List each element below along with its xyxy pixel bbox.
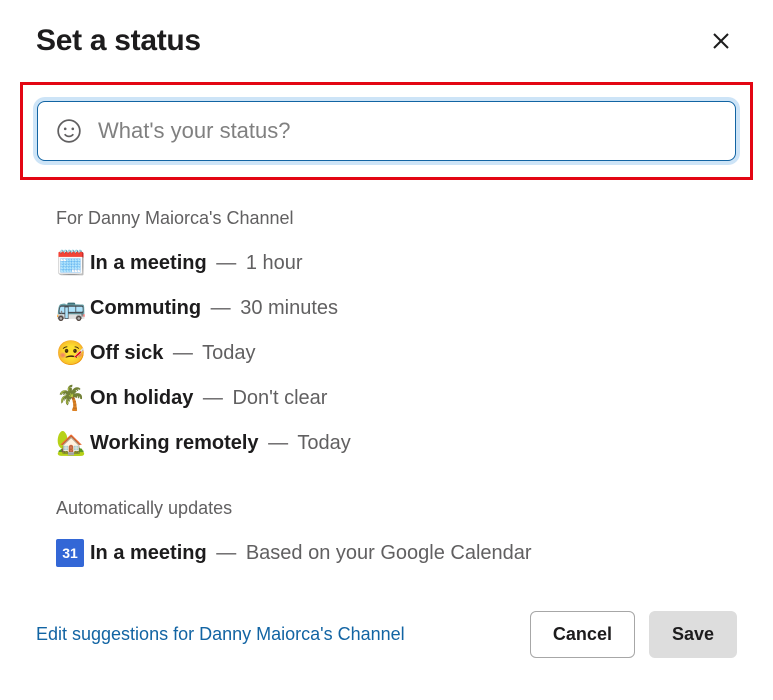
modal-footer: Edit suggestions for Danny Maiorca's Cha… <box>36 611 737 658</box>
calendar-31-badge: 31 <box>56 539 84 567</box>
status-label: In a meeting <box>90 252 207 274</box>
status-input-container[interactable] <box>37 101 736 161</box>
status-input-highlight <box>20 82 753 180</box>
sick-face-icon: 🤒 <box>56 339 90 368</box>
section-label-channel: For Danny Maiorca's Channel <box>56 208 737 229</box>
edit-suggestions-link[interactable]: Edit suggestions for Danny Maiorca's Cha… <box>36 624 405 645</box>
dash: — <box>216 542 236 564</box>
status-item-remote[interactable]: 🏡 Working remotely — Today <box>50 421 737 466</box>
auto-status-list: 31 In a meeting — Based on your Google C… <box>36 531 737 575</box>
status-duration: Don't clear <box>232 387 327 409</box>
dash: — <box>268 432 288 454</box>
calendar-icon: 31 <box>56 539 90 567</box>
bus-icon: 🚌 <box>56 294 90 323</box>
dash: — <box>173 342 193 364</box>
status-text: On holiday — Don't clear <box>90 387 327 410</box>
palm-tree-icon: 🌴 <box>56 384 90 413</box>
status-item-commuting[interactable]: 🚌 Commuting — 30 minutes <box>50 286 737 331</box>
status-item-sick[interactable]: 🤒 Off sick — Today <box>50 331 737 376</box>
dash: — <box>216 252 236 274</box>
status-text: Working remotely — Today <box>90 432 351 455</box>
status-item-holiday[interactable]: 🌴 On holiday — Don't clear <box>50 376 737 421</box>
status-text: Commuting — 30 minutes <box>90 297 338 320</box>
footer-buttons: Cancel Save <box>530 611 737 658</box>
status-duration: Today <box>202 342 255 364</box>
section-label-auto: Automatically updates <box>56 498 737 519</box>
status-item-meeting[interactable]: 🗓️ In a meeting — 1 hour <box>50 241 737 286</box>
status-item-calendar-meeting[interactable]: 31 In a meeting — Based on your Google C… <box>50 531 737 575</box>
status-label: Off sick <box>90 342 163 364</box>
dash: — <box>211 297 231 319</box>
dash: — <box>203 387 223 409</box>
status-duration: 30 minutes <box>240 297 338 319</box>
status-label: Working remotely <box>90 432 259 454</box>
status-duration: 1 hour <box>246 252 303 274</box>
cancel-button[interactable]: Cancel <box>530 611 635 658</box>
status-label: In a meeting <box>90 542 207 564</box>
status-preset-list: 🗓️ In a meeting — 1 hour 🚌 Commuting — 3… <box>36 241 737 466</box>
status-input[interactable] <box>98 118 717 144</box>
modal-header: Set a status <box>36 24 737 58</box>
status-text: In a meeting — 1 hour <box>90 252 303 275</box>
house-garden-icon: 🏡 <box>56 429 90 458</box>
save-button[interactable]: Save <box>649 611 737 658</box>
smiley-icon[interactable] <box>56 118 82 144</box>
modal-title: Set a status <box>36 24 201 58</box>
spiral-calendar-icon: 🗓️ <box>56 249 90 278</box>
status-label: On holiday <box>90 387 193 409</box>
status-text: In a meeting — Based on your Google Cale… <box>90 542 532 565</box>
close-icon[interactable] <box>709 29 733 53</box>
status-duration: Today <box>297 432 350 454</box>
status-label: Commuting <box>90 297 201 319</box>
status-text: Off sick — Today <box>90 342 256 365</box>
status-duration: Based on your Google Calendar <box>246 542 532 564</box>
